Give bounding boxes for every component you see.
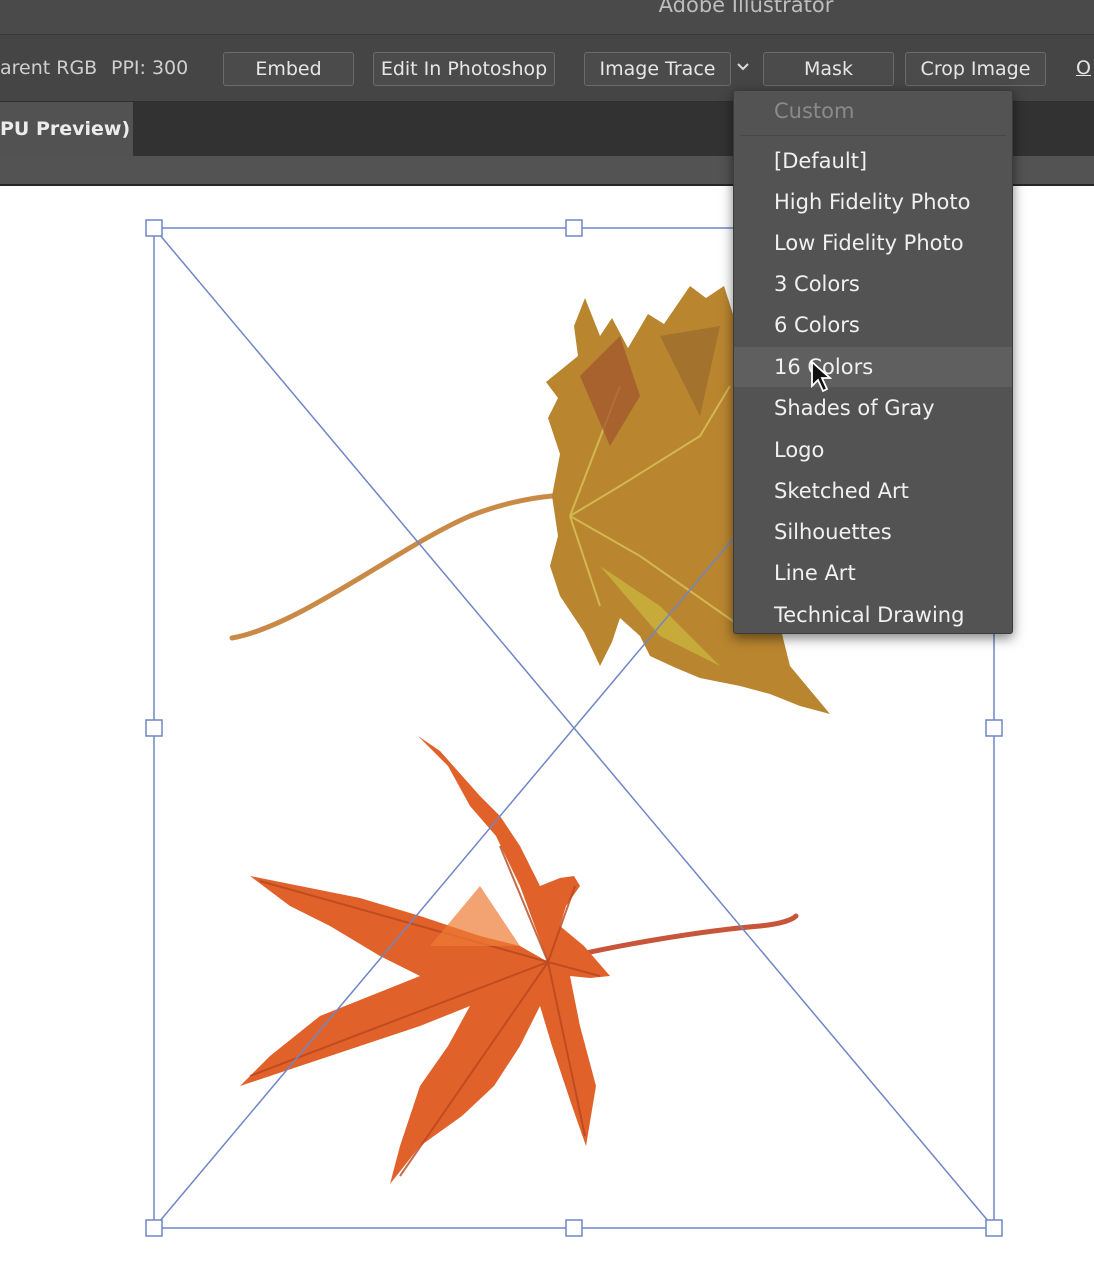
resize-handle[interactable] (565, 1219, 583, 1237)
menu-item-technical-drawing[interactable]: Technical Drawing (734, 595, 1012, 635)
menu-item-logo[interactable]: Logo (734, 430, 1012, 470)
menu-item-16-colors[interactable]: 16 Colors (734, 347, 1012, 387)
resize-handle[interactable] (985, 719, 1003, 737)
mask-button[interactable]: Mask (763, 52, 894, 86)
app-title: Adobe Illustrator (658, 0, 834, 17)
menu-item-sketched-art[interactable]: Sketched Art (734, 471, 1012, 511)
resize-handle[interactable] (145, 1219, 163, 1237)
tab-document-label: PU Preview) (0, 118, 131, 140)
crop-image-button[interactable]: Crop Image (905, 52, 1046, 86)
options-overflow-link[interactable]: O (1076, 57, 1091, 79)
ppi-label: PPI: 300 (111, 57, 189, 79)
trace-presets-menu: Custom [Default] High Fidelity Photo Low… (733, 90, 1013, 634)
embed-button[interactable]: Embed (223, 52, 354, 86)
menu-item-line-art[interactable]: Line Art (734, 553, 1012, 593)
menu-item-3-colors[interactable]: 3 Colors (734, 264, 1012, 304)
resize-handle[interactable] (145, 719, 163, 737)
tab-document[interactable]: PU Preview) (0, 102, 133, 156)
chevron-down-icon[interactable] (734, 59, 752, 77)
color-mode-label: arent RGB (0, 57, 98, 79)
menu-item-silhouettes[interactable]: Silhouettes (734, 512, 1012, 552)
resize-handle[interactable] (565, 219, 583, 237)
resize-handle[interactable] (145, 219, 163, 237)
menu-divider (740, 135, 1006, 136)
resize-handle[interactable] (985, 1219, 1003, 1237)
menu-item-high-fidelity-photo[interactable]: High Fidelity Photo (734, 182, 1012, 222)
menu-header: Custom (774, 99, 855, 123)
menu-item-shades-of-gray[interactable]: Shades of Gray (734, 388, 1012, 428)
image-trace-button[interactable]: Image Trace (584, 52, 731, 86)
menu-item-6-colors[interactable]: 6 Colors (734, 305, 1012, 345)
menu-item-low-fidelity-photo[interactable]: Low Fidelity Photo (734, 223, 1012, 263)
menu-item-default[interactable]: [Default] (734, 141, 1012, 181)
title-bar: Adobe Illustrator (0, 0, 1094, 35)
pointer-cursor-icon (811, 360, 833, 393)
edit-in-photoshop-button[interactable]: Edit In Photoshop (373, 52, 555, 86)
leaf-image (240, 736, 799, 1184)
